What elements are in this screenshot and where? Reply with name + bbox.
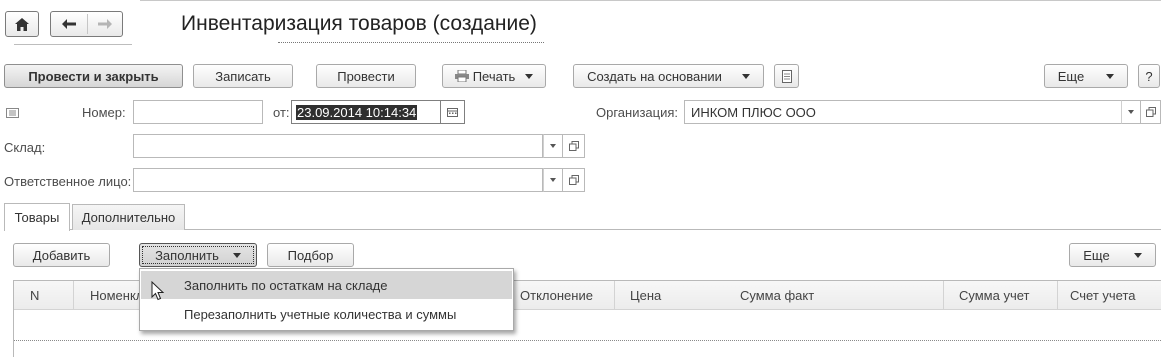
responsible-label: Ответственное лицо: — [4, 174, 132, 189]
home-icon — [15, 17, 29, 31]
post-and-close-button[interactable]: Провести и закрыть — [4, 64, 183, 88]
fill-dropdown-menu: Заполнить по остаткам на складе Перезапо… — [139, 268, 514, 331]
column-divider — [943, 281, 944, 310]
column-header-price[interactable]: Цена — [630, 283, 661, 307]
warehouse-dropdown[interactable] — [543, 134, 563, 158]
organization-open-button[interactable] — [1141, 100, 1161, 124]
title-underline-artifact — [278, 42, 544, 45]
chevron-down-icon — [525, 73, 534, 79]
home-button[interactable] — [5, 11, 39, 37]
print-button[interactable]: Печать — [442, 64, 546, 88]
number-field[interactable] — [133, 100, 263, 124]
tab-additional[interactable]: Дополнительно — [72, 204, 185, 230]
fill-label: Заполнить — [155, 247, 219, 263]
more-button[interactable]: Еще — [1044, 64, 1128, 88]
report-button[interactable] — [774, 64, 799, 88]
table-bottom-dotted — [14, 340, 1161, 341]
forward-button[interactable] — [88, 12, 122, 36]
chevron-down-icon — [550, 144, 556, 148]
list-view-icon — [6, 106, 19, 118]
chevron-down-icon — [1106, 73, 1115, 79]
create-based-on-button[interactable]: Создать на основании — [573, 64, 764, 88]
mouse-cursor-icon — [151, 281, 165, 301]
top-border — [140, 0, 1161, 1]
more-label: Еще — [1057, 68, 1085, 84]
chevron-down-icon — [232, 252, 241, 258]
help-button[interactable]: ? — [1138, 64, 1160, 88]
menu-item-refill-accounting[interactable]: Перезаполнить учетные количества и суммы — [141, 300, 512, 328]
date-field[interactable]: 23.09.2014 10:14:34 — [291, 100, 441, 124]
responsible-field[interactable] — [133, 168, 543, 192]
open-icon — [1145, 107, 1156, 117]
table-more-button[interactable]: Еще — [1069, 243, 1156, 267]
warehouse-field[interactable] — [133, 134, 543, 158]
organization-dropdown[interactable] — [1121, 100, 1141, 124]
column-header-account[interactable]: Счет учета — [1070, 283, 1136, 307]
column-header-nomenclature[interactable]: Номенклатура — [90, 283, 140, 307]
warehouse-label: Склад: — [4, 140, 46, 155]
select-button[interactable]: Подбор — [267, 243, 354, 267]
printer-icon — [454, 70, 469, 82]
print-label: Печать — [472, 68, 516, 84]
chevron-down-icon — [550, 178, 556, 182]
nav-shadow — [14, 37, 132, 45]
table-more-label: Еще — [1083, 247, 1110, 263]
date-label: от: — [273, 105, 290, 120]
chevron-down-icon — [1133, 252, 1142, 258]
date-value: 23.09.2014 10:14:34 — [296, 104, 418, 120]
number-label: Номер: — [82, 105, 126, 120]
column-header-deviation[interactable]: Отклонение — [520, 283, 593, 307]
menu-item-label: Заполнить по остаткам на складе — [184, 277, 388, 293]
calendar-icon — [447, 107, 458, 117]
column-divider — [614, 281, 615, 310]
menu-item-label: Перезаполнить учетные количества и суммы — [184, 306, 457, 322]
column-divider — [73, 281, 74, 310]
chevron-down-icon — [741, 73, 750, 79]
open-icon — [568, 141, 579, 151]
column-header-sum-fact[interactable]: Сумма факт — [740, 283, 814, 307]
responsible-open-button[interactable] — [563, 168, 585, 192]
fill-button[interactable]: Заполнить — [139, 243, 257, 267]
warehouse-open-button[interactable] — [563, 134, 585, 158]
responsible-dropdown[interactable] — [543, 168, 563, 192]
page-title: Инвентаризация товаров (создание) — [181, 12, 537, 35]
document-icon — [781, 69, 792, 83]
arrow-right-icon — [98, 19, 112, 29]
arrow-left-icon — [62, 19, 76, 29]
post-button[interactable]: Провести — [316, 64, 416, 88]
add-button[interactable]: Добавить — [13, 243, 110, 267]
tab-goods[interactable]: Товары — [4, 203, 70, 231]
open-icon — [568, 175, 579, 185]
save-button[interactable]: Записать — [193, 64, 293, 88]
menu-item-fill-by-stock[interactable]: Заполнить по остаткам на складе — [141, 271, 512, 299]
organization-field[interactable]: ИНКОМ ПЛЮС ООО — [684, 100, 1122, 124]
calendar-button[interactable] — [440, 100, 465, 124]
organization-label: Организация: — [596, 105, 679, 120]
back-button[interactable] — [51, 12, 87, 36]
create-based-on-label: Создать на основании — [587, 68, 722, 84]
column-header-n[interactable]: N — [30, 283, 39, 307]
column-header-sum-accounting[interactable]: Сумма учет — [959, 283, 1029, 307]
chevron-down-icon — [1128, 110, 1134, 114]
column-divider — [1057, 281, 1058, 310]
